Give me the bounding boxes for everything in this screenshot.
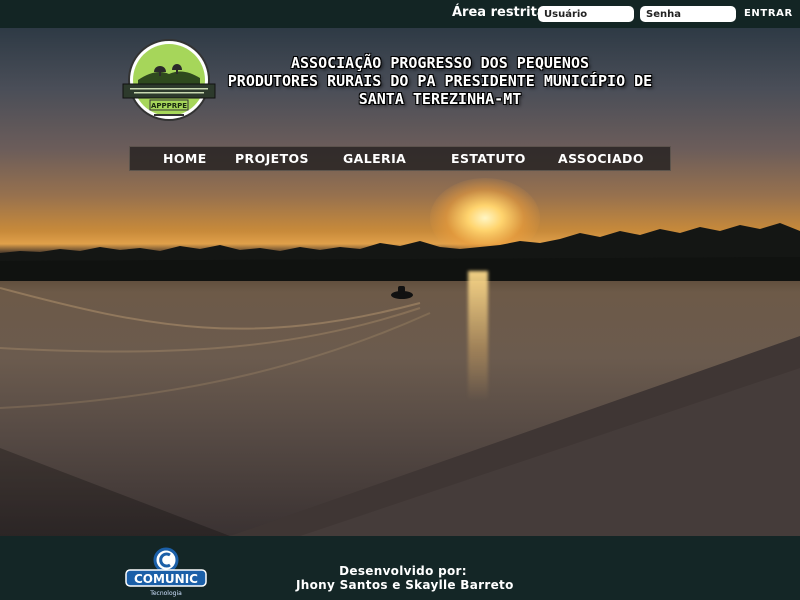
nav-item-galeria[interactable]: GALERIA — [343, 151, 406, 166]
top-bar: Área restrita ENTRAR — [0, 0, 800, 28]
title-line-1: ASSOCIAÇÃO PROGRESSO DOS PEQUENOS — [290, 54, 589, 72]
association-logo: APPPRPE — [122, 39, 216, 121]
restricted-area-label: Área restrita — [452, 5, 546, 20]
developed-by-label: Desenvolvido por: — [339, 564, 467, 578]
comunic-logo[interactable]: COMUNIC Tecnologia — [124, 544, 208, 598]
hero-banner: APPPRPE ASSOCIAÇÃO PROGRESSO DOS PEQUENO… — [0, 28, 800, 536]
comunic-tagline: Tecnologia — [149, 590, 182, 597]
boat-silhouette — [391, 286, 413, 299]
nav-item-estatuto[interactable]: ESTATUTO — [451, 151, 526, 166]
main-nav: HOME PROJETOS GALERIA ESTATUTO ASSOCIADO — [129, 146, 671, 171]
nav-item-home[interactable]: HOME — [163, 151, 207, 166]
title-line-2: PRODUTORES RURAIS DO PA PRESIDENTE MUNIC… — [227, 72, 653, 90]
footer: COMUNIC Tecnologia Desenvolvido por: Jho… — [0, 536, 800, 600]
logo-text: APPPRPE — [151, 102, 187, 110]
nav-item-projetos[interactable]: PROJETOS — [235, 151, 309, 166]
page-title: ASSOCIAÇÃO PROGRESSO DOS PEQUENOS PRODUT… — [210, 54, 670, 108]
username-input[interactable] — [538, 6, 634, 22]
title-line-3: SANTA TEREZINHA-MT — [358, 90, 522, 108]
developer-names: Jhony Santos e Skaylle Barreto — [296, 578, 514, 592]
comunic-brand-text: COMUNIC — [134, 572, 198, 586]
enter-button[interactable]: ENTRAR — [744, 8, 793, 19]
password-input[interactable] — [640, 6, 736, 22]
developer-credits: Desenvolvido por: Jhony Santos e Skaylle… — [296, 564, 514, 592]
nav-item-associado[interactable]: ASSOCIADO — [558, 151, 644, 166]
